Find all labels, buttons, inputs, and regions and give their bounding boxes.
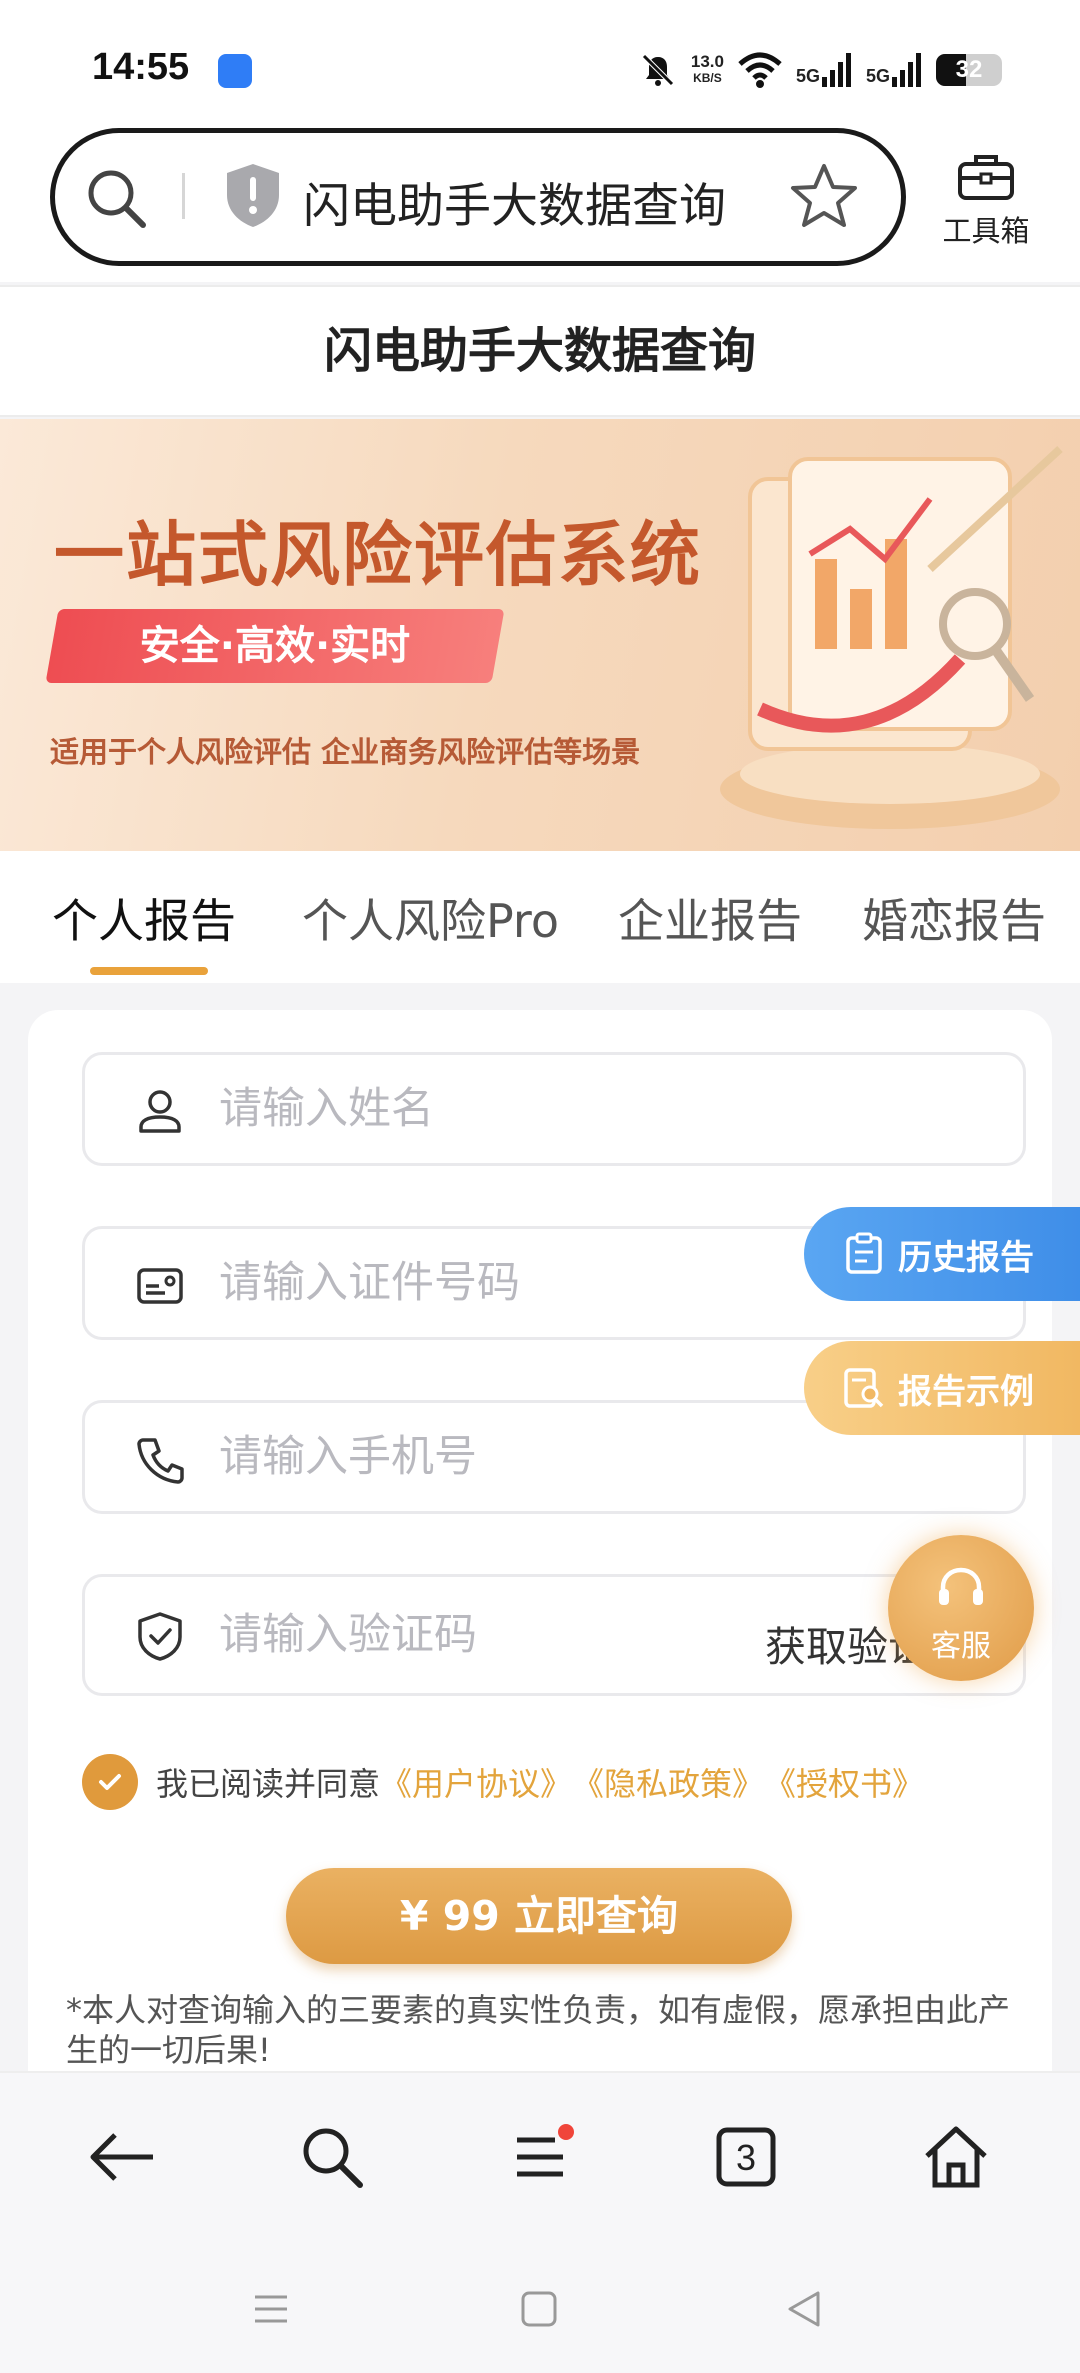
system-home-button[interactable] bbox=[509, 2279, 569, 2339]
square-icon bbox=[521, 2291, 557, 2327]
page-title: 闪电助手大数据查询 bbox=[0, 285, 1080, 417]
active-tab-indicator bbox=[90, 967, 208, 975]
name-field[interactable] bbox=[82, 1052, 1026, 1166]
omnibox-divider bbox=[182, 173, 185, 219]
recents-icon bbox=[255, 2295, 287, 2323]
verification-code-input[interactable] bbox=[219, 1603, 739, 1667]
tab-enterprise-report[interactable]: 企业报告 bbox=[618, 885, 802, 951]
report-sample-label: 报告示例 bbox=[898, 1371, 1034, 1412]
home-button[interactable] bbox=[916, 2117, 996, 2197]
banner-subtitle: 适用于个人风险评估 企业商务风险评估等场景 bbox=[50, 735, 641, 769]
bookmark-star-icon[interactable] bbox=[789, 161, 859, 231]
agree-checkbox[interactable] bbox=[82, 1754, 138, 1810]
status-time: 14:55 bbox=[92, 46, 190, 88]
clipboard-icon bbox=[846, 1232, 882, 1274]
privacy-policy-link[interactable]: 《隐私政策》 bbox=[572, 1759, 764, 1805]
checkmark-icon bbox=[99, 1774, 121, 1790]
document-search-icon bbox=[844, 1368, 884, 1408]
report-tabs: 个人报告 个人风险Pro 企业报告 婚恋报告 bbox=[0, 851, 1080, 983]
network-speed: 13.0 KB/S bbox=[691, 53, 724, 87]
disclaimer-text: *本人对查询输入的三要素的真实性负责，如有虚假，愿承担由此产生的一切后果! bbox=[66, 1991, 1011, 2069]
customer-service-label: 客服 bbox=[931, 1629, 991, 1664]
toolbox-button[interactable]: 工具箱 bbox=[936, 152, 1036, 250]
shield-check-icon bbox=[138, 1612, 182, 1661]
speed-unit: KB/S bbox=[693, 71, 722, 85]
menu-button[interactable] bbox=[500, 2117, 580, 2197]
id-card-icon bbox=[137, 1268, 183, 1304]
authorization-link[interactable]: 《授权书》 bbox=[764, 1759, 924, 1805]
recent-apps-button[interactable] bbox=[241, 2279, 301, 2339]
search-button[interactable] bbox=[292, 2117, 372, 2197]
verification-code-field[interactable]: 获取验证码 bbox=[82, 1574, 1026, 1696]
history-report-button[interactable]: 历史报告 bbox=[804, 1207, 1080, 1301]
phone-input[interactable] bbox=[219, 1425, 839, 1489]
tab-count-icon: 3 bbox=[716, 2127, 776, 2187]
menu-icon bbox=[517, 2124, 574, 2177]
agreement-row: 我已阅读并同意 《用户协议》 《隐私政策》 《授权书》 bbox=[82, 1754, 924, 1810]
mute-bell-icon bbox=[642, 54, 674, 86]
arrow-left-icon bbox=[90, 2133, 153, 2181]
tabs-button[interactable]: 3 bbox=[706, 2117, 786, 2197]
history-report-label: 历史报告 bbox=[898, 1237, 1034, 1278]
phone-icon bbox=[137, 1438, 184, 1484]
system-navigation-bar bbox=[0, 2241, 1080, 2373]
banner-title: 一站式风险评估系统 bbox=[54, 514, 702, 596]
status-bar: 14:55 13.0 KB/S 5G 5G 32 bbox=[0, 0, 1080, 128]
battery-icon: 32 bbox=[936, 54, 1002, 86]
browser-bottom-toolbar: 3 bbox=[0, 2071, 1080, 2241]
home-icon bbox=[925, 2126, 987, 2188]
headset-icon bbox=[939, 1567, 983, 1605]
battery-level: 32 bbox=[955, 56, 983, 83]
search-icon[interactable] bbox=[83, 165, 149, 231]
name-input[interactable] bbox=[219, 1077, 839, 1141]
agree-text: 我已阅读并同意 bbox=[156, 1765, 381, 1803]
report-sample-button[interactable]: 报告示例 bbox=[804, 1341, 1080, 1435]
tab-marriage-report[interactable]: 婚恋报告 bbox=[862, 885, 1046, 951]
speed-value: 13.0 bbox=[690, 52, 724, 71]
browser-address-bar: 闪电助手大数据查询 工具箱 bbox=[0, 112, 1080, 282]
notification-app-icon bbox=[218, 54, 252, 88]
banner-tag: 安全·高效·实时 bbox=[139, 623, 411, 669]
net-type-2: 5G bbox=[865, 66, 890, 86]
toolbox-label: 工具箱 bbox=[942, 214, 1030, 248]
tab-personal-risk-pro[interactable]: 个人风险Pro bbox=[302, 885, 559, 951]
wifi-icon bbox=[738, 52, 782, 88]
status-icons: 13.0 KB/S 5G 5G 32 bbox=[639, 46, 1002, 94]
id-number-input[interactable] bbox=[219, 1251, 839, 1315]
search-icon bbox=[303, 2128, 363, 2188]
user-icon bbox=[139, 1090, 181, 1133]
user-agreement-link[interactable]: 《用户协议》 bbox=[380, 1759, 572, 1805]
system-back-button[interactable] bbox=[774, 2279, 834, 2339]
toolbox-icon bbox=[958, 155, 1014, 200]
promo-banner[interactable]: 一站式风险评估系统 安全·高效·实时 适用于个人风险评估 企业商务风险评估等场景 bbox=[0, 419, 1080, 851]
triangle-back-icon bbox=[788, 2291, 820, 2327]
banner-chart-illustration bbox=[720, 446, 1063, 829]
customer-service-button[interactable]: 客服 bbox=[888, 1535, 1034, 1681]
back-button[interactable] bbox=[82, 2117, 162, 2197]
tab-personal-report[interactable]: 个人报告 bbox=[52, 885, 236, 951]
query-submit-button[interactable]: ¥ 99 立即查询 bbox=[286, 1868, 792, 1964]
net-type-1: 5G bbox=[795, 66, 820, 86]
signal-icon bbox=[821, 53, 851, 87]
omnibox[interactable]: 闪电助手大数据查询 bbox=[50, 128, 906, 266]
address-text[interactable]: 闪电助手大数据查询 bbox=[303, 167, 726, 236]
signal-icon-2 bbox=[892, 53, 921, 87]
shield-icon[interactable] bbox=[223, 161, 283, 229]
tab-count: 3 bbox=[736, 2137, 756, 2178]
